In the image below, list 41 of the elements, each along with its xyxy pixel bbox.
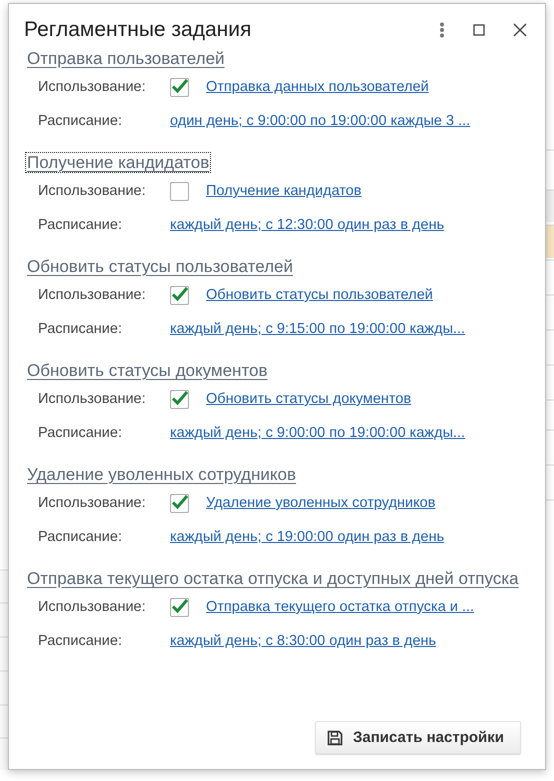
field-label: Расписание: xyxy=(38,425,123,441)
field-label: Использование: xyxy=(38,183,147,199)
field-label: Расписание: xyxy=(38,217,123,233)
checkbox[interactable] xyxy=(170,598,189,616)
schedule-link[interactable]: каждый день; с 12:30:00 один раз в день xyxy=(170,217,444,233)
group-heading[interactable]: Обновить статусы пользователей xyxy=(25,256,295,277)
window-title: Регламентные задания xyxy=(24,18,252,42)
group-heading[interactable]: Обновить статусы документов xyxy=(25,360,270,381)
job-link[interactable]: Получение кандидатов xyxy=(206,183,362,199)
field-label: Использование: xyxy=(38,391,147,407)
field-label: Использование: xyxy=(38,599,147,615)
schedule-link[interactable]: один день; с 9:00:00 по 19:00:00 каждые 3 ... xyxy=(170,113,470,129)
field-label: Использование: xyxy=(38,287,147,303)
group-heading[interactable]: Получение кандидатов xyxy=(25,152,212,173)
more-icon[interactable] xyxy=(439,22,445,38)
checkbox[interactable] xyxy=(170,182,189,200)
checkbox[interactable] xyxy=(170,494,189,512)
field-label: Расписание: xyxy=(38,633,123,649)
field-label: Использование: xyxy=(38,79,147,95)
job-link[interactable]: Отправка текущего остатка отпуска и ... xyxy=(206,599,474,615)
field-label: Расписание: xyxy=(38,529,123,545)
group-heading[interactable]: Отправка пользователей xyxy=(25,48,227,69)
field-label: Использование: xyxy=(38,495,147,511)
schedule-link[interactable]: каждый день; с 8:30:00 один раз в день xyxy=(170,633,436,649)
checkbox[interactable] xyxy=(170,78,189,96)
schedule-link[interactable]: каждый день; с 9:15:00 по 19:00:00 кажды... xyxy=(170,321,466,337)
checkbox[interactable] xyxy=(170,286,189,304)
job-link[interactable]: Обновить статусы документов xyxy=(206,391,412,407)
field-label: Расписание: xyxy=(38,321,123,337)
schedule-link[interactable]: каждый день; с 9:00:00 по 19:00:00 кажды... xyxy=(170,425,466,441)
field-label: Расписание: xyxy=(38,113,123,129)
save-settings-button[interactable]: Записать настройки xyxy=(315,721,521,754)
schedule-link[interactable]: каждый день; с 19:00:00 один раз в день xyxy=(170,529,444,545)
group-heading[interactable]: Отправка текущего остатка отпуска и доступных дней отпуска xyxy=(25,568,521,589)
checkbox[interactable] xyxy=(170,390,189,408)
job-link[interactable]: Обновить статусы пользователей xyxy=(206,287,433,303)
job-link[interactable]: Отправка данных пользователей xyxy=(206,79,429,95)
close-icon[interactable] xyxy=(513,23,527,37)
job-link[interactable]: Удаление уволенных сотрудников xyxy=(206,495,436,511)
maximize-icon[interactable] xyxy=(473,24,485,36)
group-heading[interactable]: Удаление уволенных сотрудников xyxy=(25,464,298,485)
